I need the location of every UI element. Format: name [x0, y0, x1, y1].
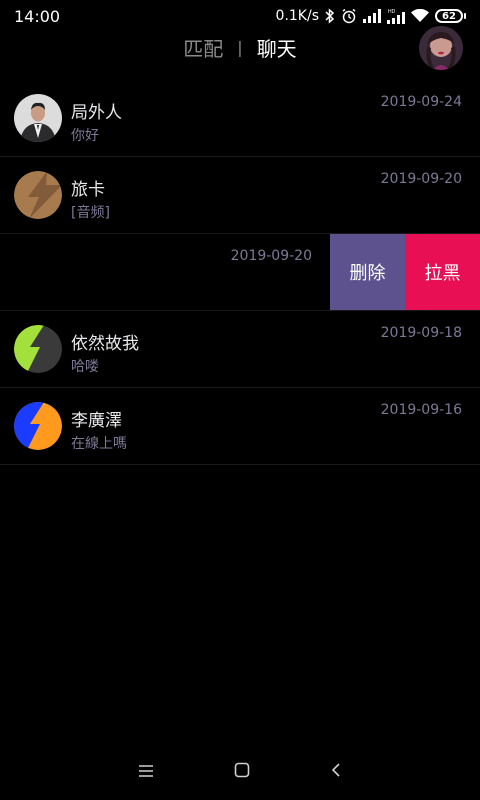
message-date: 2019-09-20 — [380, 171, 462, 187]
alarm-icon — [341, 8, 357, 24]
header: 匹配 | 聊天 — [0, 26, 480, 70]
delete-button[interactable]: 删除 — [330, 234, 405, 310]
contact-name: 依然故我 — [71, 334, 139, 354]
status-time: 14:00 — [14, 7, 61, 26]
tab-bar: 匹配 | 聊天 — [0, 32, 480, 62]
conversation-item[interactable]: 局外人 你好 2019-09-24 — [0, 80, 480, 157]
hd-signal-icon: HD — [387, 8, 405, 24]
conversation-item-swiped[interactable]: 2019-09-20 删除 拉黑 — [0, 234, 480, 311]
contact-name: 局外人 — [71, 103, 122, 123]
contact-name: 旅卡 — [71, 180, 105, 200]
last-message: 在線上嗎 — [71, 436, 127, 452]
block-button[interactable]: 拉黑 — [405, 234, 480, 310]
message-date: 2019-09-24 — [380, 94, 462, 110]
contact-avatar — [14, 94, 62, 142]
menu-icon[interactable] — [138, 763, 154, 782]
message-date: 2019-09-20 — [230, 248, 312, 264]
bolt-avatar-icon — [14, 325, 62, 373]
battery-level: 62 — [435, 9, 463, 23]
conversation-item[interactable]: 李廣澤 在線上嗎 2019-09-16 — [0, 388, 480, 465]
conversation-list: 局外人 你好 2019-09-24 旅卡 [音频] 2019-09-20 201… — [0, 80, 480, 465]
last-message: 你好 — [71, 128, 99, 144]
status-bar: 14:00 0.1K/s HD 62 — [0, 0, 480, 32]
conversation-item[interactable]: 旅卡 [音频] 2019-09-20 — [0, 157, 480, 234]
battery-icon: 62 — [435, 9, 466, 23]
message-date: 2019-09-16 — [380, 402, 462, 418]
signal-icon — [363, 9, 381, 23]
my-avatar[interactable] — [419, 26, 463, 70]
bolt-avatar-icon — [14, 402, 62, 450]
bluetooth-icon — [325, 8, 335, 24]
tab-chat[interactable]: 聊天 — [257, 33, 297, 62]
back-icon[interactable] — [330, 762, 342, 782]
home-icon[interactable] — [234, 762, 250, 782]
last-message: [音频] — [71, 205, 110, 221]
last-message: 哈喽 — [71, 359, 99, 375]
tab-separator: | — [237, 37, 243, 57]
contact-name: 李廣澤 — [71, 411, 122, 431]
wifi-icon — [411, 9, 429, 23]
system-nav-bar — [0, 744, 480, 800]
net-speed: 0.1K/s — [275, 8, 319, 24]
message-date: 2019-09-18 — [380, 325, 462, 341]
svg-text:HD: HD — [388, 9, 396, 15]
bolt-avatar-icon — [14, 171, 62, 219]
conversation-item[interactable]: 依然故我 哈喽 2019-09-18 — [0, 311, 480, 388]
tab-match[interactable]: 匹配 — [183, 33, 223, 62]
status-icons: 0.1K/s HD 62 — [276, 6, 466, 26]
